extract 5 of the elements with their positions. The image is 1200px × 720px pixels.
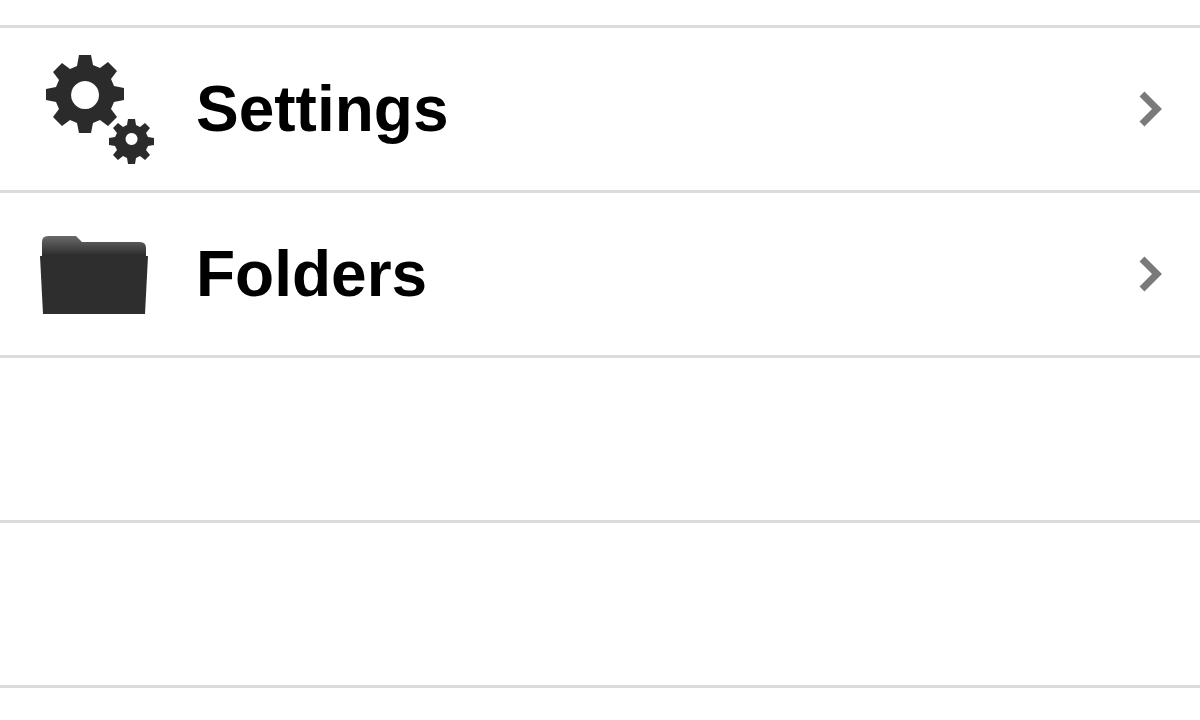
menu-label: Folders xyxy=(196,242,429,306)
menu-row[interactable]: Settings xyxy=(0,28,1200,193)
chevron-icon xyxy=(1138,90,1162,128)
menu-row[interactable]: Folders xyxy=(0,193,1200,358)
chevron-icon xyxy=(1138,255,1162,293)
